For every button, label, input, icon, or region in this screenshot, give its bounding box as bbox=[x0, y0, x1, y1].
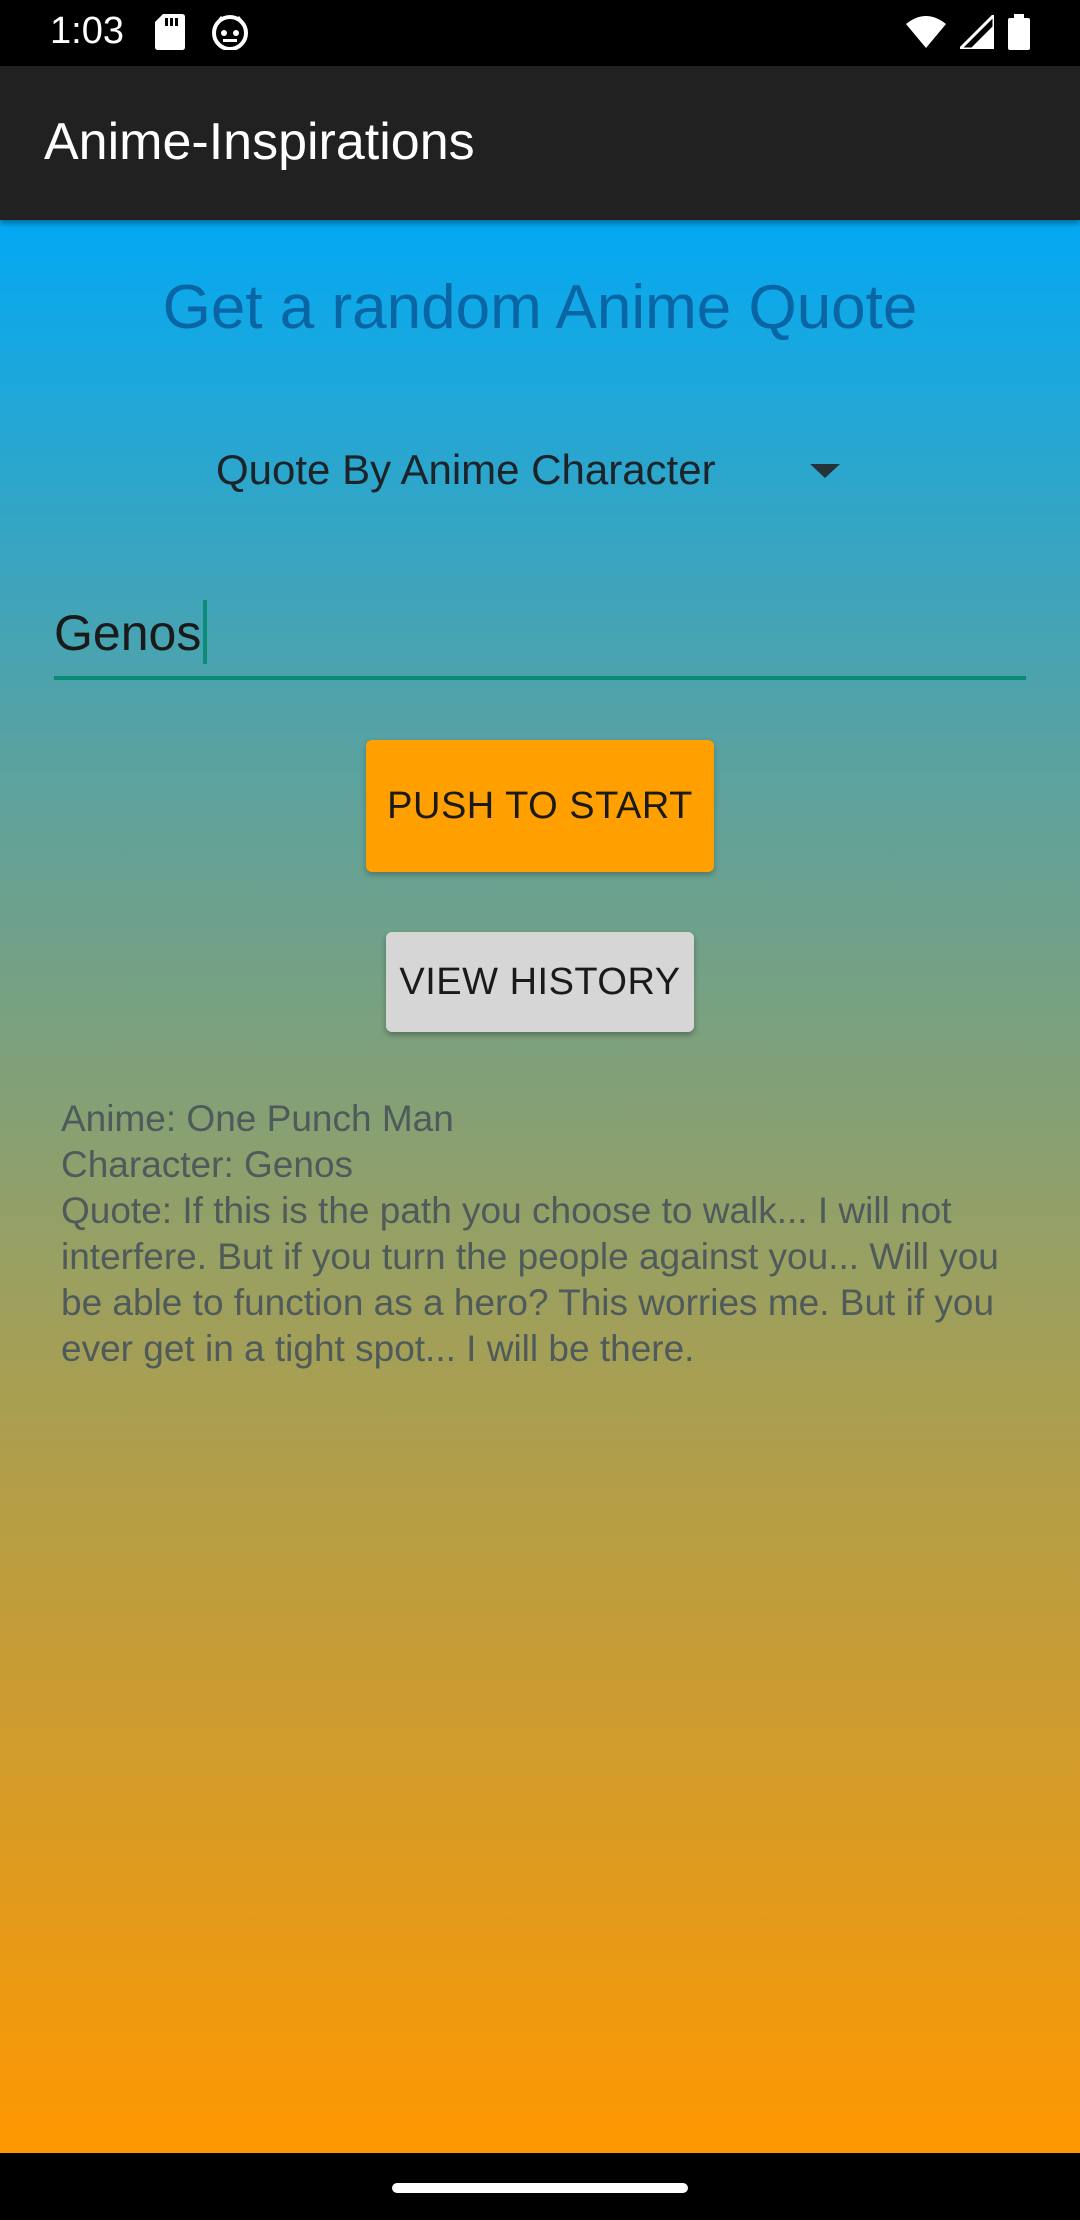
navigation-bar bbox=[0, 2153, 1080, 2220]
input-text: Genos bbox=[54, 605, 202, 661]
text-cursor bbox=[203, 599, 208, 664]
view-history-button[interactable]: VIEW HISTORY bbox=[386, 932, 694, 1032]
spinner-selected-label: Quote By Anime Character bbox=[216, 446, 716, 493]
main-content: Get a random Anime Quote Quote By Anime … bbox=[0, 220, 1080, 2153]
signal-icon bbox=[956, 11, 996, 54]
cat-face-icon bbox=[211, 14, 249, 55]
result-anime: Anime: One Punch Man bbox=[61, 1098, 454, 1139]
quote-result: Anime: One Punch Man Character: Genos Qu… bbox=[61, 1096, 1021, 1372]
page-heading: Get a random Anime Quote bbox=[162, 273, 918, 342]
sd-card-icon bbox=[155, 14, 185, 55]
status-time: 1:03 bbox=[50, 10, 124, 52]
app-title: Anime-Inspirations bbox=[44, 113, 475, 171]
result-quote: Quote: If this is the path you choose to… bbox=[61, 1190, 999, 1369]
home-gesture-handle[interactable] bbox=[392, 2183, 688, 2193]
wifi-icon bbox=[906, 16, 946, 53]
battery-icon bbox=[1008, 14, 1030, 55]
dropdown-arrow-icon bbox=[810, 464, 840, 478]
character-name-input[interactable]: Genos bbox=[54, 590, 1026, 680]
push-to-start-button[interactable]: PUSH TO START bbox=[366, 740, 714, 872]
status-bar: 1:03 bbox=[0, 0, 1080, 66]
character-name-value: Genos bbox=[54, 599, 208, 664]
status-left-icons bbox=[155, 14, 249, 55]
quote-type-spinner[interactable]: Quote By Anime Character bbox=[200, 430, 860, 510]
status-right-icons bbox=[906, 11, 1030, 55]
result-character: Character: Genos bbox=[61, 1144, 354, 1185]
app-bar: Anime-Inspirations bbox=[0, 66, 1080, 220]
